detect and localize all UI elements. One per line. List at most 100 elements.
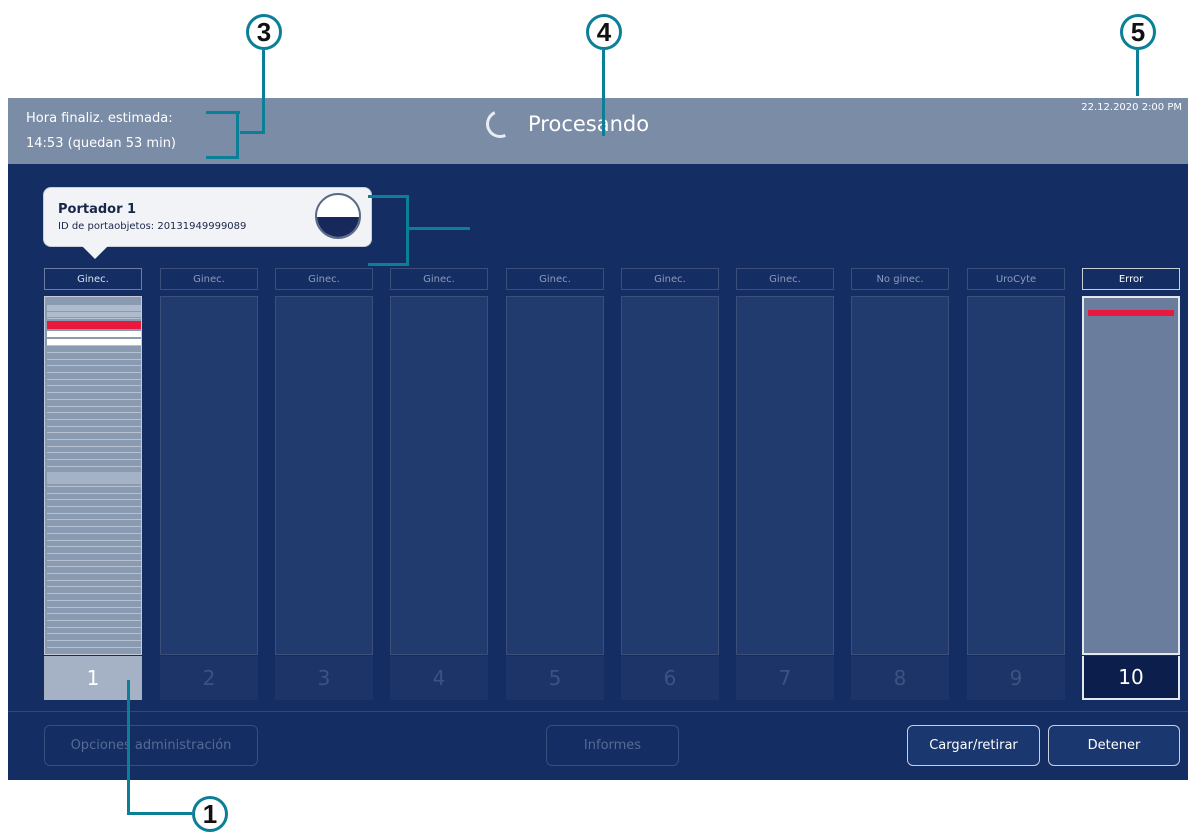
rack-number: 7 [736, 656, 834, 700]
stop-button[interactable]: Detener [1048, 725, 1180, 766]
status-label: Procesando [528, 112, 650, 136]
slide [47, 305, 141, 311]
error-slide [1088, 310, 1174, 316]
slide-slot [47, 378, 141, 380]
rack-label: Ginec. [44, 268, 142, 290]
slide-slot [47, 586, 141, 588]
rack-1[interactable]: Ginec. 1 [44, 268, 142, 700]
slide-slot [47, 439, 141, 440]
date-time: 22.12.2020 2:00 PM [1081, 102, 1182, 113]
slide-slot [47, 552, 141, 554]
rack-number: 2 [160, 656, 258, 700]
rack-number: 5 [506, 656, 604, 700]
rack-number: 4 [390, 656, 488, 700]
callout-5: 5 [1120, 14, 1156, 50]
vial-indicator-icon [315, 193, 361, 239]
slide-slot [47, 351, 141, 353]
rack-label: Ginec. [506, 268, 604, 290]
slide-slot [47, 606, 141, 608]
slide [47, 339, 141, 345]
slide-slot [47, 365, 141, 367]
rack-6[interactable]: Ginec. 6 [621, 268, 719, 700]
slide-slot [47, 633, 141, 635]
rack-5[interactable]: Ginec. 5 [506, 268, 604, 700]
carrier-title: Portador 1 [58, 202, 137, 217]
load-unload-button[interactable]: Cargar/retirar [907, 725, 1040, 766]
rack-2[interactable]: Ginec. 2 [160, 268, 258, 700]
callout-4: 4 [586, 14, 622, 50]
slide-slot [47, 459, 141, 461]
slide-slot [47, 546, 141, 548]
rack-slot-area [390, 296, 488, 655]
slide-slot [47, 539, 141, 541]
slide-slot [47, 372, 141, 373]
processing-screen: Hora finaliz. estimada: 14:53 (quedan 53… [8, 98, 1188, 780]
slide-slot [47, 485, 141, 487]
slide-slot [47, 646, 141, 648]
admin-options-button[interactable]: Opciones administración [44, 725, 258, 766]
slide-slot [47, 392, 141, 394]
rack-10[interactable]: Error 10 [1082, 268, 1180, 700]
rack-8[interactable]: No ginec. 8 [851, 268, 949, 700]
slide-slot [47, 593, 141, 595]
slide-slot [47, 512, 141, 514]
spinner-icon [482, 106, 518, 142]
rack-slot-area [506, 296, 604, 655]
rack-label: Ginec. [275, 268, 373, 290]
slide-slot [47, 566, 141, 568]
slide [47, 312, 141, 317]
slide-slot [47, 345, 141, 347]
slide-slot [47, 398, 141, 400]
callout-1: 1 [192, 796, 228, 832]
slide-slot [47, 613, 141, 615]
slide-slot [47, 559, 141, 561]
carrier-tooltip: Portador 1 ID de portaobjetos: 201319499… [44, 188, 371, 259]
slide-slot [47, 640, 141, 641]
slide-slot [47, 526, 141, 528]
rack-9[interactable]: UroCyte 9 [967, 268, 1065, 700]
rack-slot-area [736, 296, 834, 655]
slide-slot [47, 405, 141, 407]
rack-label: No ginec. [851, 268, 949, 290]
slide-slot [47, 499, 141, 501]
rack-label: UroCyte [967, 268, 1065, 290]
processing-status: Procesando [482, 106, 650, 142]
rack-slot-area [275, 296, 373, 655]
callout-3: 3 [246, 14, 282, 50]
slide-slot [47, 445, 141, 447]
slide-slot [47, 385, 141, 387]
rack-number: 3 [275, 656, 373, 700]
slide-slot [47, 432, 141, 434]
slide-slot [47, 519, 141, 521]
rack-3[interactable]: Ginec. 3 [275, 268, 373, 700]
slide-slot [47, 358, 141, 360]
rack-number: 6 [621, 656, 719, 700]
rack-slot-area [44, 296, 142, 655]
rack-label: Ginec. [160, 268, 258, 290]
rack-number: 8 [851, 656, 949, 700]
slide [47, 472, 141, 484]
rack-slot-area [851, 296, 949, 655]
rack-slot-area [1082, 296, 1180, 655]
slide-id: ID de portaobjetos: 20131949999089 [58, 221, 247, 232]
rack-4[interactable]: Ginec. 4 [390, 268, 488, 700]
slide-slot [47, 573, 141, 574]
reports-button[interactable]: Informes [546, 725, 679, 766]
rack-slot-area [621, 296, 719, 655]
slide-slot [47, 452, 141, 454]
rack-7[interactable]: Ginec. 7 [736, 268, 834, 700]
rack-label: Ginec. [390, 268, 488, 290]
slide-slot [47, 532, 141, 534]
slide-slot [47, 318, 141, 320]
eta-label: Hora finaliz. estimada: [26, 111, 173, 126]
slide-slot [47, 506, 141, 507]
rack-number: 10 [1082, 656, 1180, 700]
slide-slot [47, 412, 141, 414]
status-header: Hora finaliz. estimada: 14:53 (quedan 53… [8, 98, 1188, 164]
slide-slot [47, 579, 141, 581]
eta-value: 14:53 (quedan 53 min) [26, 136, 177, 151]
slide-slot [47, 619, 141, 621]
slide [47, 331, 141, 337]
slide-slot [47, 425, 141, 427]
slide-slot [47, 418, 141, 420]
